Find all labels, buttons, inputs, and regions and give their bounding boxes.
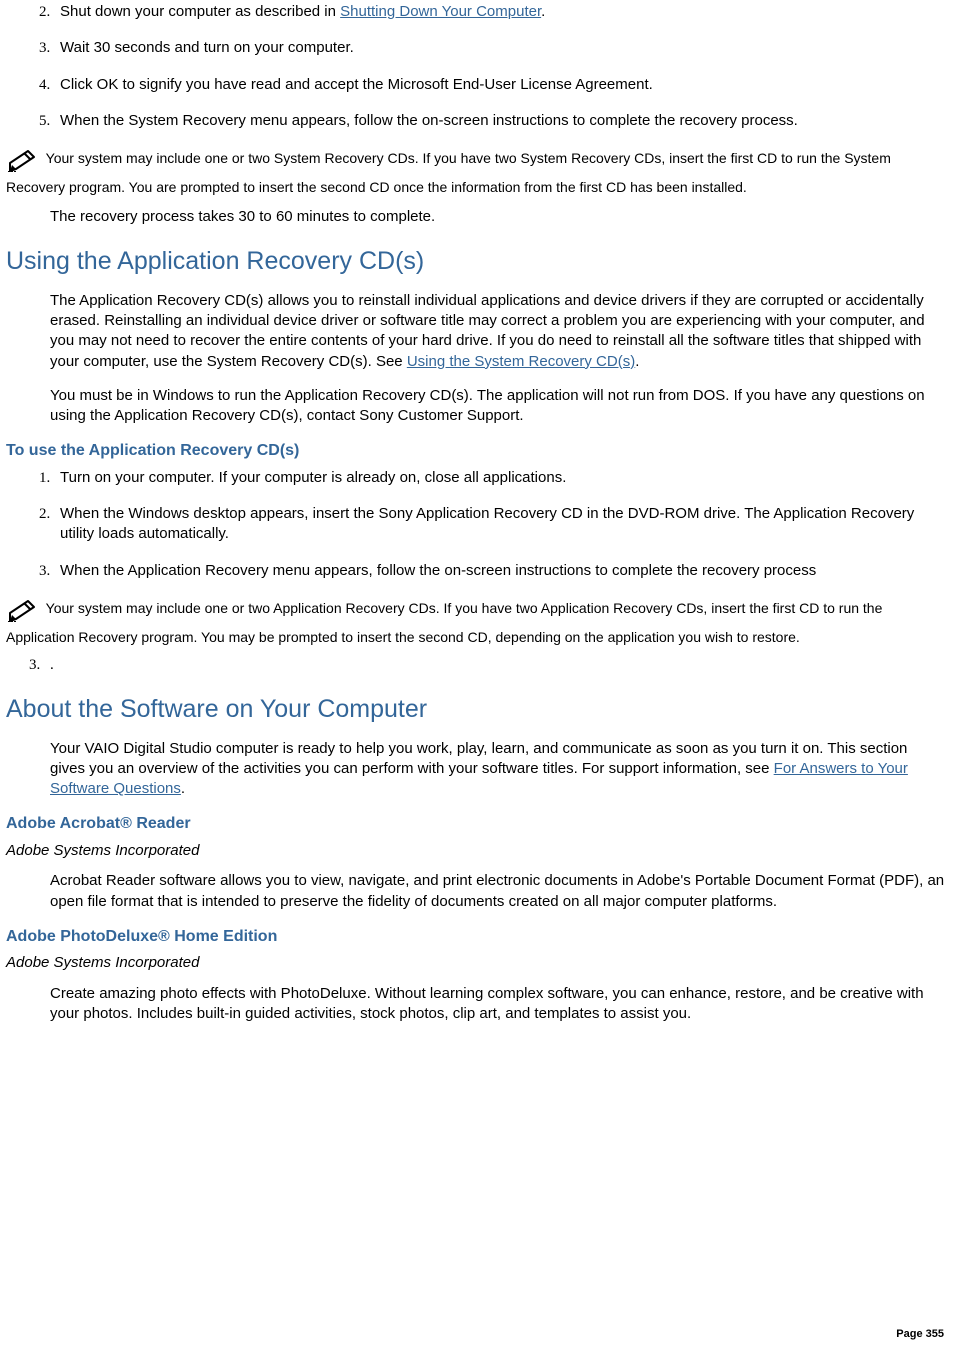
about-software-p1: Your VAIO Digital Studio computer is rea… — [50, 739, 946, 800]
photodeluxe-body: Create amazing photo effects with PhotoD… — [50, 984, 946, 1025]
app-step-3: When the Application Recovery menu appea… — [54, 561, 950, 581]
acrobat-company: Adobe Systems Incorporated — [6, 841, 950, 861]
note-system-recovery-cds: Your system may include one or two Syste… — [6, 147, 948, 197]
acrobat-body: Acrobat Reader software allows you to vi… — [50, 871, 946, 912]
photodeluxe-company: Adobe Systems Incorporated — [6, 953, 950, 973]
recovery-time-note: The recovery process takes 30 to 60 minu… — [50, 207, 946, 227]
step-2: Shut down your computer as described in … — [54, 2, 950, 22]
note-app-recovery-cds: Your system may include one or two Appli… — [6, 597, 948, 647]
app-recovery-p2: You must be in Windows to run the Applic… — [50, 386, 946, 427]
step-5: When the System Recovery menu appears, f… — [54, 111, 950, 131]
step-4: Click OK to signify you have read and ac… — [54, 75, 950, 95]
heading-app-recovery: Using the Application Recovery CD(s) — [6, 245, 950, 279]
about-p1-b: . — [181, 780, 185, 797]
app-step-1: Turn on your computer. If your computer … — [54, 468, 950, 488]
stray-list-item: . — [44, 655, 950, 675]
app-step-2: When the Windows desktop appears, insert… — [54, 504, 950, 545]
system-recovery-steps: Shut down your computer as described in … — [4, 2, 950, 131]
heading-acrobat: Adobe Acrobat® Reader — [6, 813, 950, 835]
heading-about-software: About the Software on Your Computer — [6, 693, 950, 727]
app-recovery-p1: The Application Recovery CD(s) allows yo… — [50, 291, 946, 372]
step-2-text-b: . — [541, 3, 545, 20]
app-recovery-steps: Turn on your computer. If your computer … — [4, 468, 950, 581]
pencil-note-icon — [6, 597, 40, 628]
stray-list: . — [4, 655, 950, 675]
heading-photodeluxe: Adobe PhotoDeluxe® Home Edition — [6, 926, 950, 948]
link-system-recovery[interactable]: Using the System Recovery CD(s) — [407, 353, 635, 370]
step-2-text-a: Shut down your computer as described in — [60, 3, 340, 20]
step-3: Wait 30 seconds and turn on your compute… — [54, 38, 950, 58]
note-2-text: Your system may include one or two Appli… — [6, 600, 882, 645]
pencil-note-icon — [6, 147, 40, 178]
link-shutting-down[interactable]: Shutting Down Your Computer — [340, 3, 541, 20]
page-number: Page 355 — [896, 1327, 944, 1342]
subheading-to-use-app-recovery: To use the Application Recovery CD(s) — [6, 440, 950, 462]
app-recovery-p1-b: . — [635, 353, 639, 370]
note-1-text: Your system may include one or two Syste… — [6, 150, 891, 195]
